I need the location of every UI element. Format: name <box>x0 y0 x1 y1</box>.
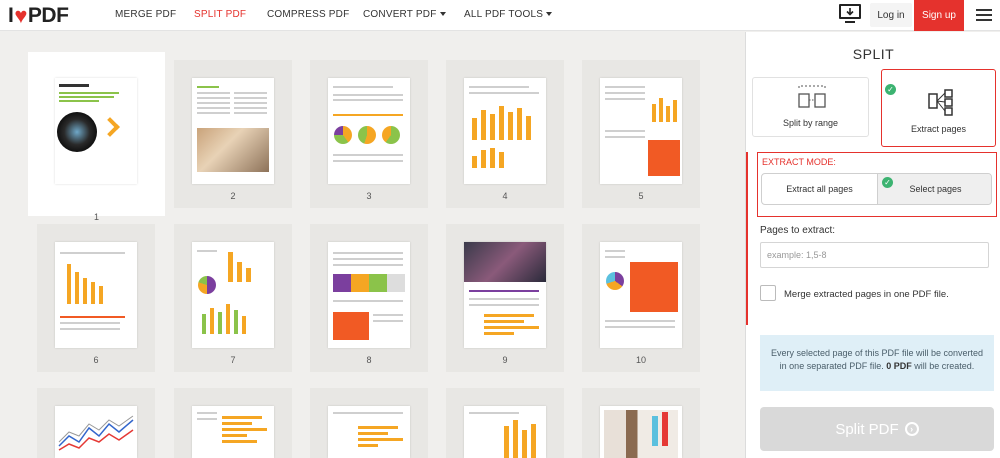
page-tile[interactable]: 6 <box>37 224 155 372</box>
page-number: 1 <box>93 212 99 222</box>
select-pages-button[interactable]: ✓ Select pages <box>877 174 991 204</box>
pages-grid: 1 2 3 4 5 6 7 8 9 10 <box>0 32 745 458</box>
logo-text-i: I <box>8 4 14 27</box>
heart-icon: ♥ <box>14 3 27 28</box>
extract-pages-label: Extract pages <box>910 124 967 134</box>
merge-pages-checkbox[interactable] <box>760 285 776 301</box>
extract-mode-label: EXTRACT MODE: <box>762 157 836 167</box>
ilovepdf-logo[interactable]: I ♥ PDF <box>8 3 69 28</box>
page-thumbnail <box>600 78 682 184</box>
page-tile[interactable]: 8 <box>310 224 428 372</box>
pdf-count: 0 PDF <box>886 361 912 371</box>
extract-mode-toggle: Extract all pages ✓ Select pages <box>761 173 992 205</box>
split-by-range-option[interactable]: Split by range <box>752 77 869 137</box>
page-tile[interactable] <box>310 388 428 458</box>
info-text-end: will be created. <box>914 361 975 371</box>
login-button[interactable]: Log in <box>870 3 912 27</box>
page-thumbnail <box>192 406 274 458</box>
page-thumbnail <box>464 406 546 458</box>
check-icon: ✓ <box>882 177 893 188</box>
page-tile[interactable]: 1 <box>28 52 165 222</box>
page-thumbnail <box>55 406 137 458</box>
page-number: 3 <box>366 191 372 201</box>
split-pdf-button[interactable]: Split PDF › <box>760 407 994 451</box>
page-tile[interactable] <box>446 388 564 458</box>
split-range-icon <box>796 84 828 112</box>
nav-convert-pdf[interactable]: CONVERT PDF <box>363 9 446 20</box>
page-number: 5 <box>638 191 644 201</box>
page-thumbnail <box>464 78 546 184</box>
page-number: 7 <box>230 355 236 365</box>
page-thumbnail <box>464 242 546 348</box>
hamburger-menu-icon[interactable] <box>976 9 992 23</box>
pages-to-extract-input[interactable] <box>760 242 989 268</box>
logo-text-pdf: PDF <box>27 4 69 27</box>
page-tile[interactable]: 10 <box>582 224 700 372</box>
page-thumbnail <box>328 242 410 348</box>
page-tile[interactable]: 2 <box>174 60 292 208</box>
page-thumbnail <box>600 406 682 458</box>
extract-pages-option[interactable]: ✓ Extract pages <box>881 69 996 147</box>
nav-split-pdf[interactable]: SPLIT PDF <box>194 9 246 20</box>
signup-button[interactable]: Sign up <box>914 0 964 31</box>
page-number: 8 <box>366 355 372 365</box>
page-thumbnail <box>55 78 137 184</box>
page-tile[interactable]: 3 <box>310 60 428 208</box>
page-thumbnail <box>328 78 410 184</box>
page-thumbnail <box>55 242 137 348</box>
chevron-down-icon <box>546 12 553 16</box>
pages-to-extract-label: Pages to extract: <box>760 225 836 236</box>
page-number: 6 <box>93 355 99 365</box>
sidebar-title: SPLIT <box>852 46 895 62</box>
nav-all-pdf-tools[interactable]: ALL PDF TOOLS <box>464 9 553 20</box>
page-tile[interactable] <box>174 388 292 458</box>
extract-all-pages-button[interactable]: Extract all pages <box>762 174 877 204</box>
chevron-down-icon <box>439 12 446 16</box>
page-thumbnail <box>192 78 274 184</box>
page-tile[interactable]: 4 <box>446 60 564 208</box>
page-tile[interactable]: 7 <box>174 224 292 372</box>
page-tile[interactable] <box>37 388 155 458</box>
arrow-right-icon: › <box>904 422 919 436</box>
page-thumbnail <box>328 406 410 458</box>
desktop-app-icon[interactable] <box>838 3 862 25</box>
check-icon: ✓ <box>885 84 896 95</box>
extract-pages-icon <box>927 88 957 118</box>
split-by-range-label: Split by range <box>782 118 839 128</box>
split-pdf-label: Split PDF <box>835 420 899 438</box>
page-thumbnail <box>192 242 274 348</box>
info-message: Every selected page of this PDF file wil… <box>760 335 994 391</box>
page-tile[interactable]: 9 <box>446 224 564 372</box>
active-section-indicator <box>746 152 748 325</box>
page-number: 2 <box>230 191 236 201</box>
top-navbar: I ♥ PDF MERGE PDF SPLIT PDF COMPRESS PDF… <box>0 0 1000 31</box>
nav-compress-pdf[interactable]: COMPRESS PDF <box>267 9 349 20</box>
page-tile[interactable]: 5 <box>582 60 700 208</box>
extract-mode-section: EXTRACT MODE: Extract all pages ✓ Select… <box>757 152 997 217</box>
select-pages-label: Select pages <box>909 184 962 194</box>
nav-merge-pdf[interactable]: MERGE PDF <box>115 9 176 20</box>
page-number: 9 <box>502 355 508 365</box>
split-options-sidebar: SPLIT Split by range ✓ Extract pages EXT… <box>745 32 1000 458</box>
page-number: 4 <box>502 191 508 201</box>
page-tile[interactable] <box>582 388 700 458</box>
merge-pages-label: Merge extracted pages in one PDF file. <box>784 289 949 300</box>
page-thumbnail <box>600 242 682 348</box>
page-number: 10 <box>635 355 646 365</box>
